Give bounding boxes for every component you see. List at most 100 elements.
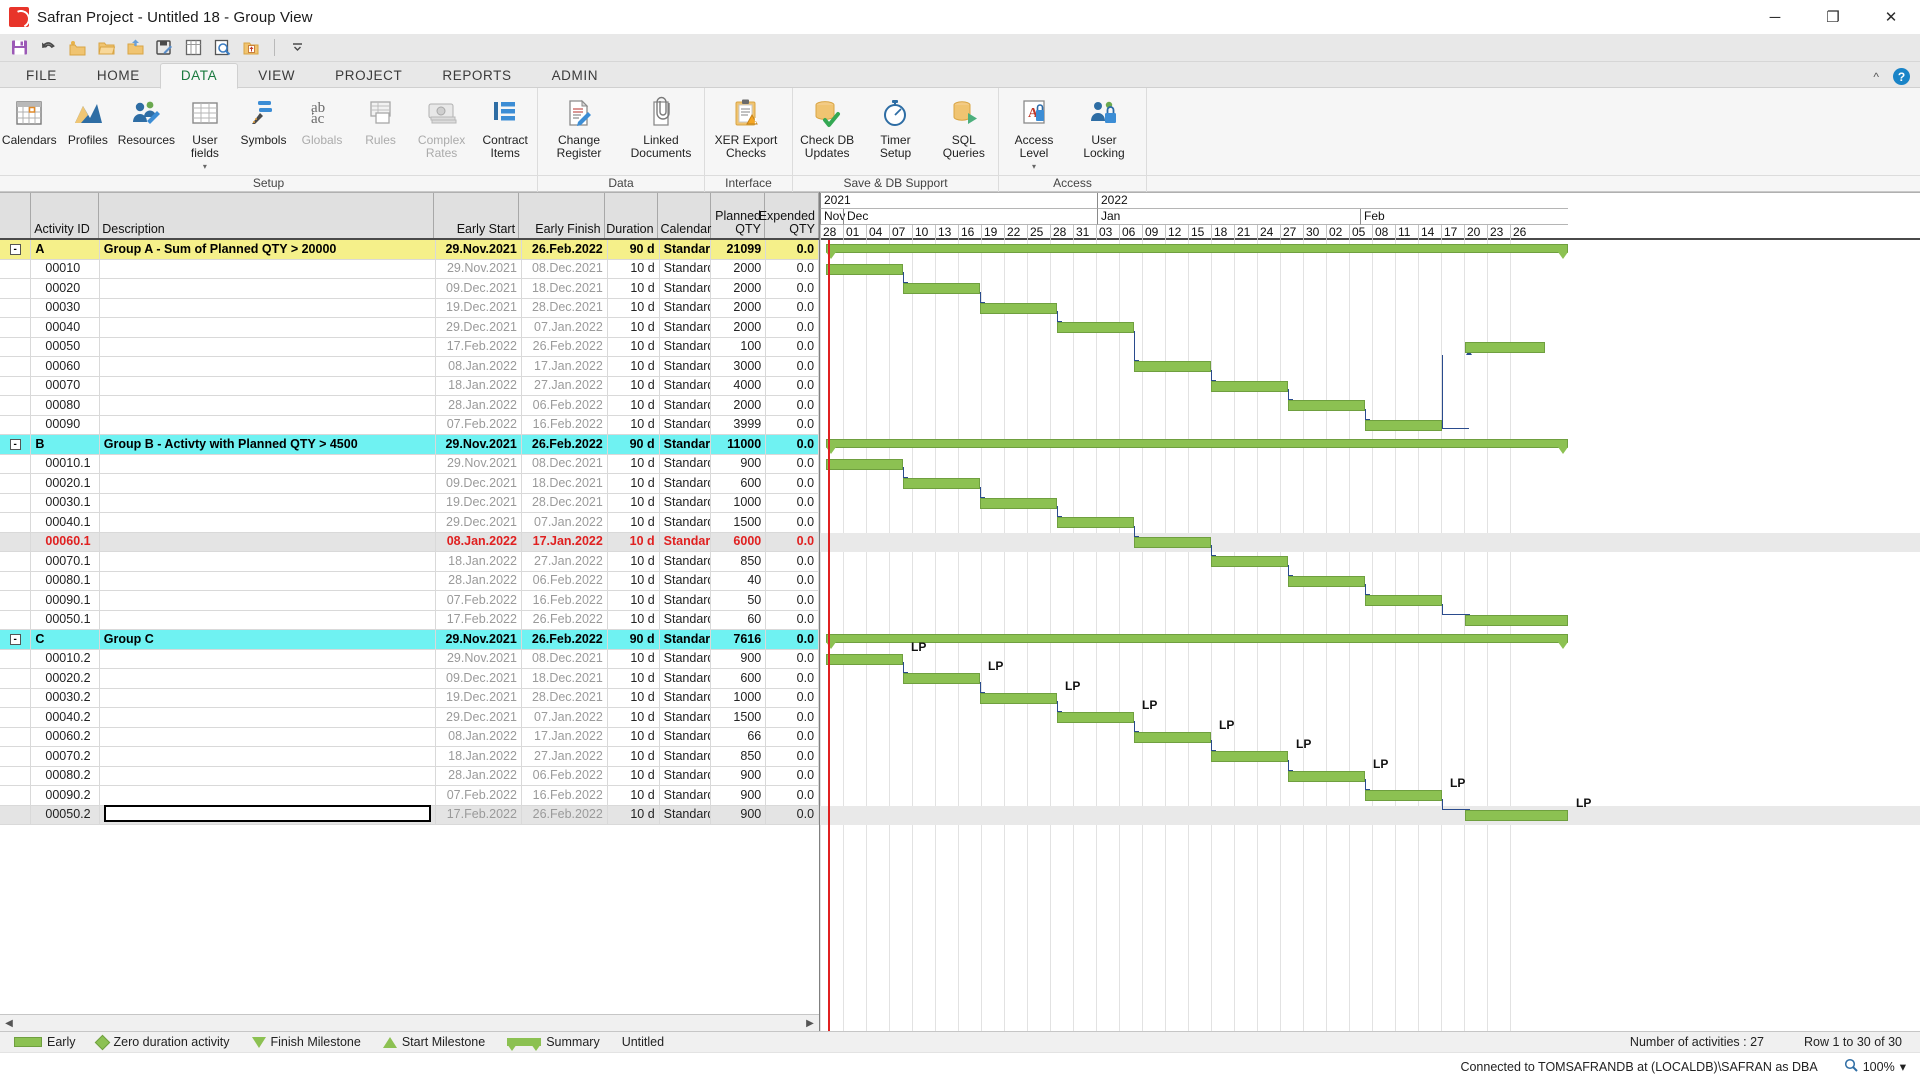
scroll-track[interactable]: [18, 1016, 801, 1030]
gantt-summary-bar[interactable]: [826, 244, 1568, 259]
grid-header-cal[interactable]: Calendar: [658, 193, 711, 238]
export-icon[interactable]: [242, 38, 261, 57]
gantt-task-bar[interactable]: [1134, 361, 1211, 372]
undo-icon[interactable]: [39, 38, 58, 57]
expander-toggle[interactable]: -: [9, 633, 21, 645]
page-setup-icon[interactable]: [184, 38, 203, 57]
gantt-task-bar[interactable]: [1465, 614, 1568, 626]
gantt-task-bar[interactable]: [1211, 751, 1288, 762]
xer-export-checks-button[interactable]: XER Export Checks: [705, 94, 787, 160]
gantt-task-bar[interactable]: [903, 478, 980, 489]
gantt-task-bar[interactable]: [980, 302, 1057, 314]
gantt-summary-bar[interactable]: [826, 439, 1568, 454]
globals-button[interactable]: ab ac Globals: [293, 94, 352, 147]
symbols-button[interactable]: Symbols: [234, 94, 293, 147]
maximize-button[interactable]: ❐: [1804, 0, 1862, 34]
table-row[interactable]: 00060.2 08.Jan.2022 17.Jan.2022 10 d Standar…: [0, 727, 819, 747]
linked-documents-button[interactable]: Linked Documents: [620, 94, 702, 160]
table-row[interactable]: 00010.2 29.Nov.2021 08.Dec.2021 10 d Standar…: [0, 649, 819, 669]
table-row[interactable]: 00030.1 19.Dec.2021 28.Dec.2021 10 d Standar…: [0, 493, 819, 513]
user-fields-button[interactable]: User fields ▾: [176, 94, 235, 173]
open-project-icon[interactable]: [97, 38, 116, 57]
minimize-button[interactable]: ─: [1746, 0, 1804, 34]
tab-reports[interactable]: REPORTS: [422, 64, 531, 88]
grid-header-dur[interactable]: Duration: [605, 193, 658, 238]
complex-rates-button[interactable]: Complex Rates: [410, 94, 474, 160]
table-row[interactable]: 00050.2 17.Feb.2022 26.Feb.2022 10 d Standar…: [0, 805, 819, 825]
gantt-task-bar[interactable]: [1365, 790, 1442, 801]
gantt-task-bar[interactable]: [1465, 341, 1545, 353]
save-icon[interactable]: [10, 38, 29, 57]
check-db-updates-button[interactable]: Check DB Updates: [793, 94, 861, 160]
table-row[interactable]: 00040.1 29.Dec.2021 07.Jan.2022 10 d Standar…: [0, 512, 819, 533]
gantt-task-bar[interactable]: [1211, 556, 1288, 567]
table-row[interactable]: 00080 28.Jan.2022 06.Feb.2022 10 d Standard 2…: [0, 395, 819, 416]
grid-horizontal-scrollbar[interactable]: ◀ ▶: [0, 1014, 819, 1031]
open-recent-icon[interactable]: [126, 38, 145, 57]
resources-button[interactable]: Resources: [117, 94, 176, 147]
table-row[interactable]: 00030.2 19.Dec.2021 28.Dec.2021 10 d Standar…: [0, 688, 819, 708]
description-cell-editor[interactable]: [104, 805, 432, 822]
help-icon[interactable]: ?: [1893, 68, 1910, 85]
table-row[interactable]: 00070 18.Jan.2022 27.Jan.2022 10 d Standard 4…: [0, 376, 819, 396]
rules-button[interactable]: Rules: [351, 94, 410, 147]
new-project-icon[interactable]: [68, 38, 87, 57]
table-row[interactable]: 00060 08.Jan.2022 17.Jan.2022 10 d Standard 3…: [0, 356, 819, 377]
table-row[interactable]: 00090 07.Feb.2022 16.Feb.2022 10 d Standard 3…: [0, 415, 819, 435]
tab-admin[interactable]: ADMIN: [532, 64, 619, 88]
print-preview-icon[interactable]: [213, 38, 232, 57]
table-row[interactable]: 00090.2 07.Feb.2022 16.Feb.2022 10 d Standar…: [0, 785, 819, 806]
gantt-task-bar[interactable]: [1057, 517, 1134, 528]
gantt-task-bar[interactable]: [1211, 380, 1288, 392]
gantt-task-bar[interactable]: [903, 283, 980, 294]
table-row[interactable]: 00020 09.Dec.2021 18.Dec.2021 10 d Standard 2…: [0, 278, 819, 299]
table-row[interactable]: 00080.1 28.Jan.2022 06.Feb.2022 10 d Standar…: [0, 571, 819, 591]
table-row[interactable]: 00010.1 29.Nov.2021 08.Dec.2021 10 d Standar…: [0, 454, 819, 474]
contract-items-button[interactable]: Contract Items: [473, 94, 537, 160]
table-row[interactable]: 00040 29.Dec.2021 07.Jan.2022 10 d Standard 2…: [0, 317, 819, 338]
gantt-task-bar[interactable]: [1134, 536, 1211, 548]
user-locking-button[interactable]: User Locking: [1069, 94, 1139, 160]
tab-file[interactable]: FILE: [6, 64, 77, 88]
customize-qat-icon[interactable]: [288, 38, 307, 57]
timer-setup-button[interactable]: Timer Setup: [861, 94, 929, 160]
zoom-control[interactable]: 100% ▾: [1844, 1058, 1906, 1075]
expander-toggle[interactable]: -: [9, 438, 21, 450]
grid-rows-container[interactable]: - A Group A - Sum of Planned QTY > 20000 29…: [0, 240, 819, 1014]
gantt-task-bar[interactable]: [980, 497, 1057, 509]
table-row[interactable]: 00060.1 08.Jan.2022 17.Jan.2022 10 d Standar…: [0, 532, 819, 552]
close-button[interactable]: ✕: [1862, 0, 1920, 34]
chevron-down-icon[interactable]: ▾: [203, 160, 207, 173]
gantt-task-bar[interactable]: [1288, 770, 1365, 782]
profiles-button[interactable]: Profiles: [59, 94, 118, 147]
calendars-button[interactable]: Calendars: [0, 94, 59, 147]
access-level-button[interactable]: A Access Level ▾: [999, 94, 1069, 173]
table-row[interactable]: 00090.1 07.Feb.2022 16.Feb.2022 10 d Standar…: [0, 590, 819, 611]
tab-home[interactable]: HOME: [77, 64, 160, 88]
gantt-task-bar[interactable]: [1134, 731, 1211, 743]
chevron-up-icon[interactable]: ^: [1873, 70, 1879, 84]
gantt-bars-area[interactable]: LP LP LP LP LP LP LP LP LP: [820, 240, 1920, 1031]
change-register-button[interactable]: Change Register: [538, 94, 620, 160]
gantt-task-bar[interactable]: [1057, 322, 1134, 333]
gantt-task-bar[interactable]: [826, 263, 903, 275]
table-row[interactable]: 00010 29.Nov.2021 08.Dec.2021 10 d Standard 2…: [0, 259, 819, 279]
gantt-task-bar[interactable]: [1288, 575, 1365, 587]
gantt-task-bar[interactable]: [1365, 419, 1442, 431]
chevron-down-icon[interactable]: ▾: [1032, 160, 1036, 173]
tab-view[interactable]: VIEW: [238, 64, 315, 88]
tab-project[interactable]: PROJECT: [315, 64, 422, 88]
chevron-down-icon[interactable]: ▾: [1900, 1059, 1906, 1074]
gantt-task-bar[interactable]: [1465, 809, 1568, 821]
table-row[interactable]: 00080.2 28.Jan.2022 06.Feb.2022 10 d Standar…: [0, 766, 819, 786]
tab-data[interactable]: DATA: [159, 63, 239, 89]
table-row[interactable]: 00050.1 17.Feb.2022 26.Feb.2022 10 d Standar…: [0, 610, 819, 630]
scroll-left-arrow-icon[interactable]: ◀: [2, 1018, 16, 1029]
gantt-task-bar[interactable]: [1365, 595, 1442, 606]
table-row[interactable]: 00050 17.Feb.2022 26.Feb.2022 10 d Standard 1…: [0, 337, 819, 357]
grid-header-eq[interactable]: Expended QTY: [759, 193, 819, 238]
sql-queries-button[interactable]: SQL Queries: [930, 94, 998, 160]
save-as-icon[interactable]: [155, 38, 174, 57]
table-row[interactable]: 00040.2 29.Dec.2021 07.Jan.2022 10 d Standar…: [0, 707, 819, 728]
gantt-task-bar[interactable]: [826, 458, 903, 470]
